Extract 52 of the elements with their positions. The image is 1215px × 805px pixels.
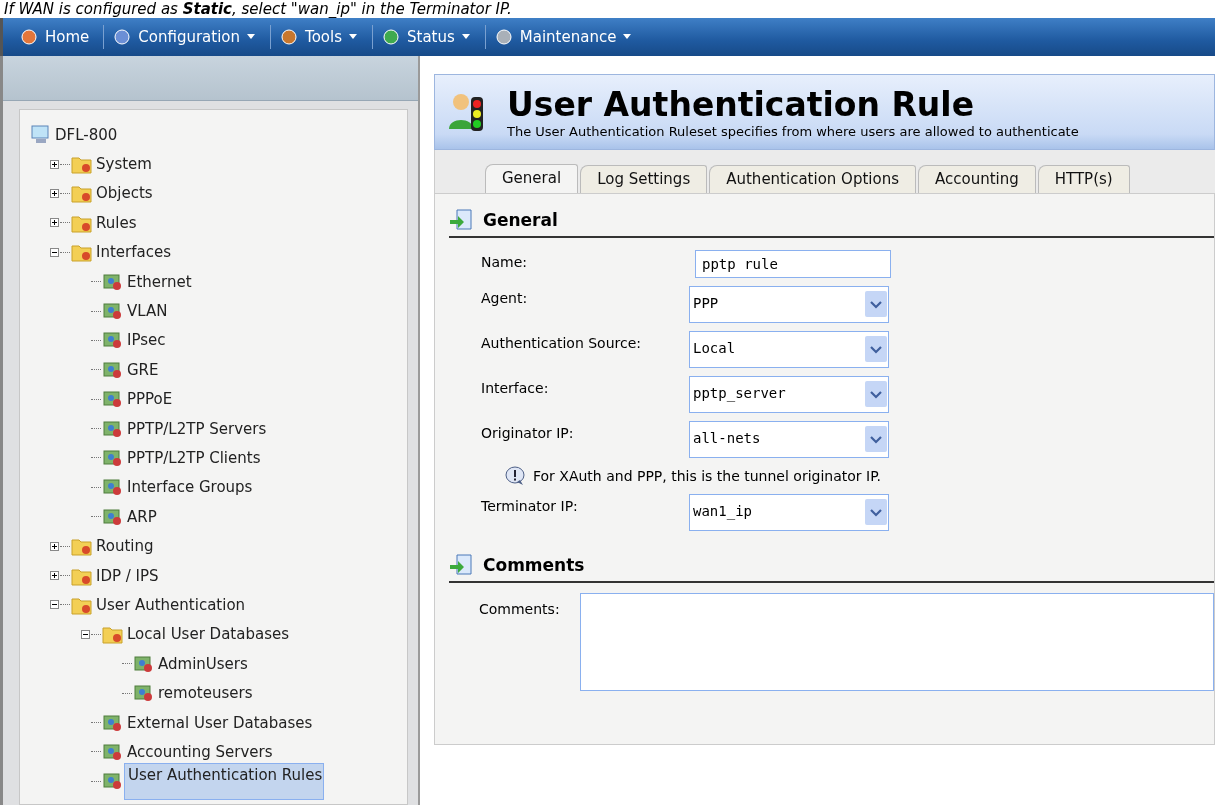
page-subtitle: The User Authentication Ruleset specifies from where users are allowed to authenticate <box>507 123 1079 139</box>
field-label: Interface: <box>481 379 550 396</box>
tree-item[interactable]: User Authentication Rules <box>124 762 324 800</box>
tree-item[interactable]: GRE <box>124 358 162 381</box>
page-title: User Authentication Rule <box>507 85 975 124</box>
caption-text: If WAN is configured as Static, select "wan_ip" in the Terminator IP. <box>3 0 513 18</box>
tree-root[interactable]: DFL-800 <box>52 123 121 146</box>
tree-item[interactable]: System <box>93 153 155 176</box>
input-field[interactable]: pptp_rule <box>695 250 891 278</box>
tree-item[interactable]: Objects <box>93 182 156 205</box>
menu-item[interactable]: Configuration <box>108 28 267 46</box>
dropdown-field[interactable]: Local <box>689 331 889 368</box>
field-label: Comments: <box>479 600 560 619</box>
tree-item[interactable]: PPPoE <box>124 388 176 411</box>
hint-text: For XAuth and PPP, this is the tunnel originator IP. <box>533 468 881 484</box>
tree-item[interactable]: Rules <box>93 211 140 234</box>
tree-item[interactable]: Routing <box>93 535 157 558</box>
field-label: Originator IP: <box>481 424 575 441</box>
menu-item[interactable]: Status <box>377 28 481 46</box>
tree-item[interactable]: IDP / IPS <box>93 564 162 587</box>
field-label: Name: <box>481 253 529 270</box>
tree-item[interactable]: User Authentication <box>93 593 249 616</box>
menu-item[interactable]: Maintenance <box>489 28 643 46</box>
dropdown-field[interactable]: all-nets <box>689 421 889 458</box>
tree-item[interactable]: Ethernet <box>124 270 195 293</box>
tab[interactable]: Log Settings <box>580 165 708 193</box>
dropdown-field[interactable]: pptp_server <box>689 376 889 413</box>
tab[interactable]: Accounting <box>918 165 1036 193</box>
tree-item[interactable]: IPsec <box>124 329 169 352</box>
tree-item[interactable]: Interface Groups <box>124 476 256 499</box>
tab[interactable]: HTTP(s) <box>1037 165 1130 193</box>
menu-item[interactable]: Tools <box>275 28 368 46</box>
section-heading: Comments <box>483 555 585 575</box>
menu-item[interactable]: Home <box>15 28 100 46</box>
tree-item[interactable]: VLAN <box>124 300 171 323</box>
tree-item[interactable]: External User Databases <box>124 711 316 734</box>
field-label: Authentication Source: <box>481 334 643 351</box>
tree-item[interactable]: ARP <box>124 505 160 528</box>
tree-item[interactable]: Accounting Servers <box>124 740 276 763</box>
tab[interactable]: Authentication Options <box>709 165 916 193</box>
tree-item[interactable]: Local User Databases <box>124 623 292 646</box>
dropdown-field[interactable]: PPP <box>689 286 889 323</box>
tree-item[interactable]: PPTP/L2TP Clients <box>124 447 264 469</box>
tree-item[interactable]: remoteusers <box>155 682 256 705</box>
field-label: Agent: <box>481 289 529 306</box>
dropdown-field[interactable]: wan1_ip <box>689 494 889 531</box>
tree-item[interactable]: PPTP/L2TP Servers <box>124 417 270 440</box>
field-label: Terminator IP: <box>481 497 579 514</box>
section-heading: General <box>483 210 558 230</box>
tree-item[interactable]: Interfaces <box>93 241 174 264</box>
tree-item[interactable]: AdminUsers <box>155 652 251 675</box>
tab[interactable]: General <box>485 164 579 193</box>
